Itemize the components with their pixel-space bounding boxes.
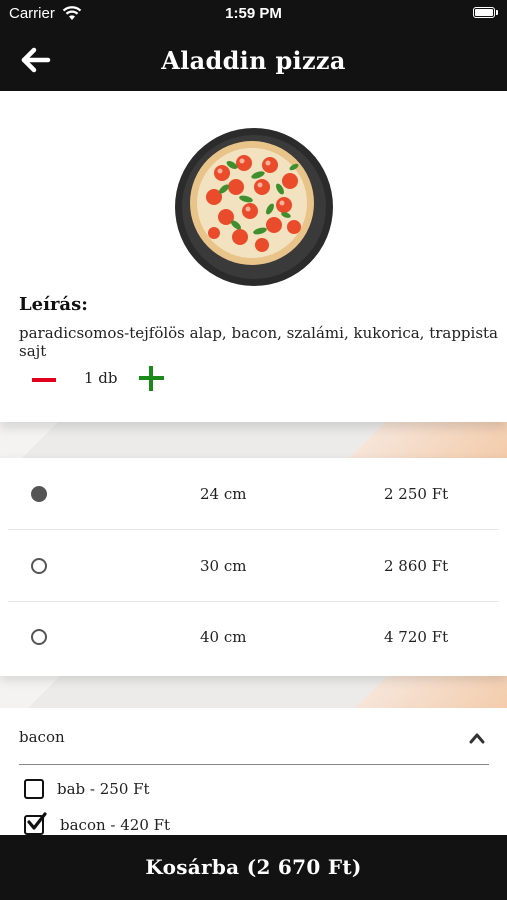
size-price: 4 720 Ft bbox=[384, 628, 449, 646]
extras-section: bacon bab - 250 Ft bacon - 420 Ft bbox=[0, 708, 507, 835]
size-price: 2 250 Ft bbox=[384, 485, 449, 503]
size-selector: 24 cm 2 250 Ft 30 cm 2 860 Ft 40 cm 4 72… bbox=[0, 458, 507, 676]
checkbox[interactable] bbox=[24, 779, 44, 799]
quantity-value: 1 db bbox=[84, 369, 118, 387]
size-option[interactable]: 30 cm 2 860 Ft bbox=[8, 530, 499, 602]
add-to-cart-label: Kosárba (2 670 Ft) bbox=[145, 855, 362, 879]
description-title: Leírás: bbox=[19, 294, 88, 315]
pizza-image bbox=[175, 128, 333, 286]
extra-option-label: bacon - 420 Ft bbox=[60, 816, 171, 834]
chevron-up-icon bbox=[469, 733, 485, 744]
size-price: 2 860 Ft bbox=[384, 557, 449, 575]
radio-button[interactable] bbox=[31, 558, 47, 574]
nav-bar: Aladdin pizza bbox=[0, 28, 507, 91]
quantity-decrease-button[interactable] bbox=[26, 365, 62, 395]
extras-group-header[interactable]: bacon bbox=[19, 708, 489, 765]
battery-icon bbox=[473, 7, 498, 18]
product-card: Leírás: paradicsomos-tejfölös alap, baco… bbox=[0, 91, 507, 422]
extras-group-label: bacon bbox=[19, 728, 65, 746]
add-to-cart-button[interactable]: Kosárba (2 670 Ft) bbox=[0, 835, 507, 900]
description-text: paradicsomos-tejfölös alap, bacon, szalá… bbox=[19, 324, 499, 360]
decorative-stripe bbox=[0, 420, 507, 460]
size-label: 30 cm bbox=[200, 557, 247, 575]
quantity-increase-button[interactable] bbox=[139, 366, 164, 391]
status-bar: Carrier 1:59 PM bbox=[0, 0, 507, 28]
size-option[interactable]: 40 cm 4 720 Ft bbox=[8, 601, 499, 672]
page-title: Aladdin pizza bbox=[161, 46, 346, 75]
clock: 1:59 PM bbox=[225, 5, 282, 22]
radio-button[interactable] bbox=[31, 629, 47, 645]
extra-option-label: bab - 250 Ft bbox=[57, 780, 150, 798]
radio-button[interactable] bbox=[31, 486, 47, 502]
size-label: 24 cm bbox=[200, 485, 247, 503]
size-label: 40 cm bbox=[200, 628, 247, 646]
minus-icon bbox=[32, 378, 56, 382]
size-option[interactable]: 24 cm 2 250 Ft bbox=[8, 458, 499, 530]
checkmark-icon bbox=[27, 812, 47, 830]
